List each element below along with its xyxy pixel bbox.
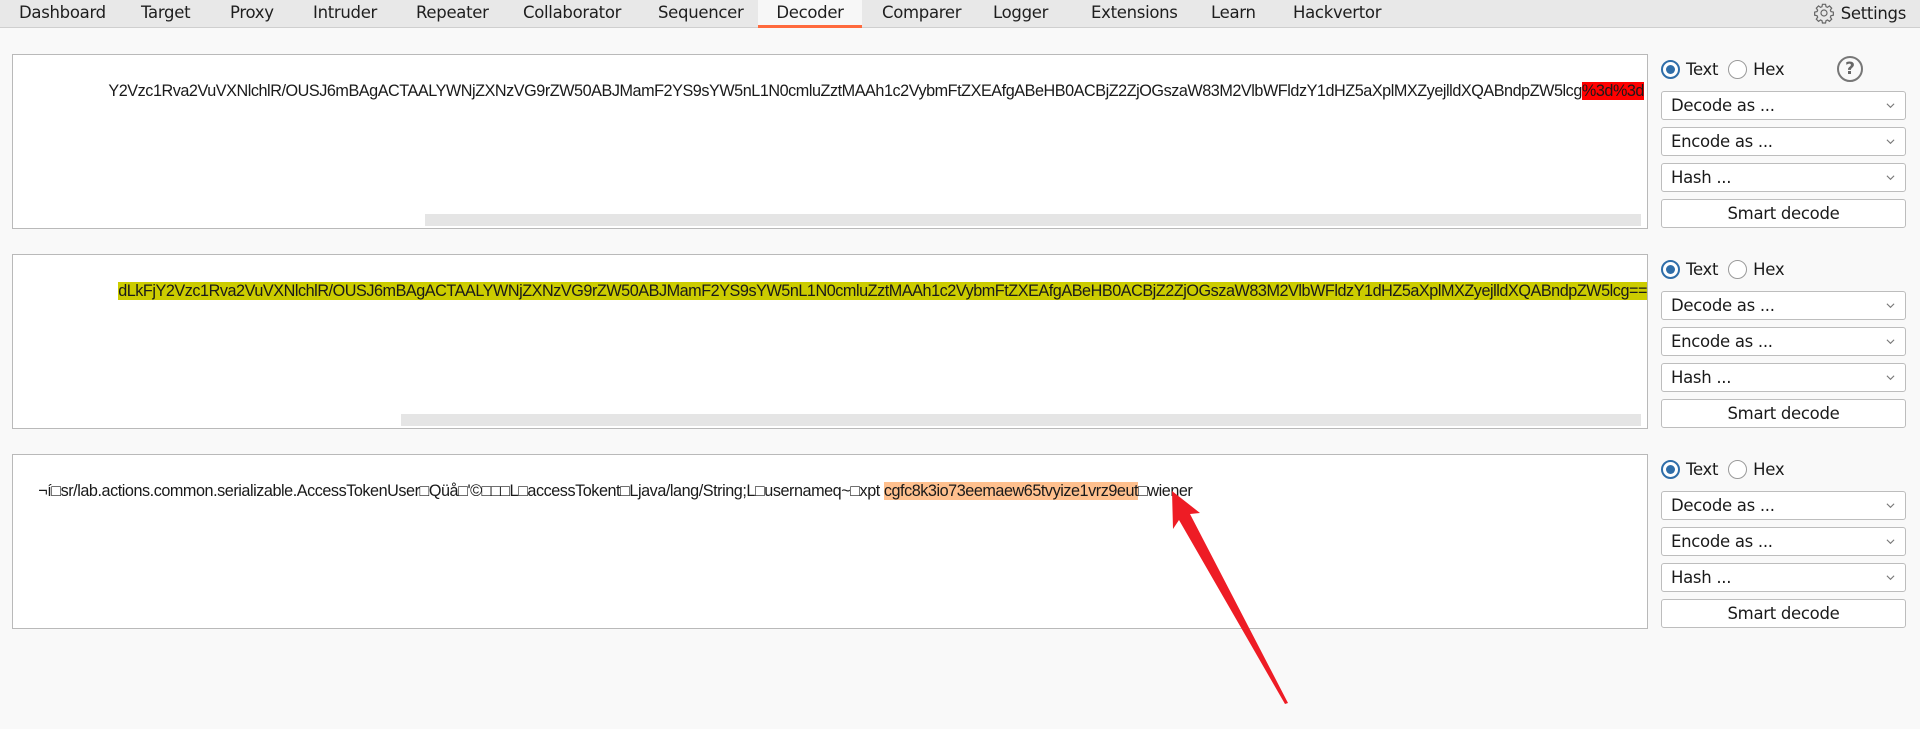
panel-2-text: dLkFjY2Vzc1Rva2VuVXNlchlR/OUSJ6mBAgACTAA…: [102, 258, 1647, 300]
select-label: Encode as ...: [1671, 132, 1773, 151]
radio-checked-icon: [1661, 59, 1680, 79]
tab-dashboard[interactable]: Dashboard: [0, 0, 125, 28]
tab-repeater[interactable]: Repeater: [397, 0, 508, 28]
chevron-down-icon: [1886, 175, 1895, 181]
panel-3-hash-select[interactable]: Hash ...: [1661, 563, 1906, 592]
tab-proxy[interactable]: Proxy: [211, 0, 293, 28]
chevron-down-icon: [1886, 339, 1895, 345]
tab-comparer[interactable]: Comparer: [863, 0, 980, 28]
panel-1-mode-radio-group: Text Hex: [1661, 54, 1794, 84]
select-label: Hash ...: [1671, 168, 1732, 187]
chevron-down-icon: [1886, 375, 1895, 381]
decoder-panel-2-editor[interactable]: dLkFjY2Vzc1Rva2VuVXNlchlR/OUSJ6mBAgACTAA…: [12, 254, 1648, 429]
radio-unchecked-icon: [1728, 59, 1748, 79]
panel-1-hash-select[interactable]: Hash ...: [1661, 163, 1906, 192]
panel-2-smart-decode-button[interactable]: Smart decode: [1661, 399, 1906, 428]
tab-intruder[interactable]: Intruder: [294, 0, 396, 28]
gear-icon: [1813, 3, 1834, 24]
radio-checked-icon: [1661, 459, 1680, 479]
chevron-down-icon: [1886, 503, 1895, 509]
help-icon[interactable]: ?: [1837, 56, 1863, 82]
panel-1-text: Y2Vzc1Rva2VuVXNlchlR/OUSJ6mBAgACTAALYWNj…: [93, 58, 1644, 100]
settings-label: Settings: [1840, 3, 1907, 23]
panel-1-radio-hex[interactable]: Hex: [1728, 59, 1785, 79]
panel-1-decode-as-select[interactable]: Decode as ...: [1661, 91, 1906, 120]
select-label: Decode as ...: [1671, 96, 1775, 115]
tab-learn[interactable]: Learn: [1192, 0, 1275, 28]
panel-2-radio-text[interactable]: Text: [1661, 259, 1719, 279]
panel-1-encode-as-select[interactable]: Encode as ...: [1661, 127, 1906, 156]
select-label: Decode as ...: [1671, 496, 1775, 515]
panel-2-mode-radio-group: Text Hex: [1661, 254, 1794, 284]
panel-2-encode-as-select[interactable]: Encode as ...: [1661, 327, 1906, 356]
chevron-down-icon: [1886, 303, 1895, 309]
tab-logger[interactable]: Logger: [974, 0, 1067, 28]
panel-3-smart-decode-button[interactable]: Smart decode: [1661, 599, 1906, 628]
decoder-panel-3-editor[interactable]: ¬í□sr/lab.actions.common.serializable.Ac…: [12, 454, 1648, 629]
panel-3-highlight: cgfc8k3io73eemaew65tvyize1vrz9eut: [883, 482, 1139, 500]
tab-collaborator[interactable]: Collaborator: [504, 0, 640, 28]
panel-3-text-tail: □wiener: [1138, 482, 1193, 500]
tab-target[interactable]: Target: [122, 0, 209, 28]
radio-label: Hex: [1753, 459, 1785, 479]
radio-label: Hex: [1753, 59, 1785, 79]
tab-hackvertor[interactable]: Hackvertor: [1274, 0, 1400, 28]
chevron-down-icon: [1886, 139, 1895, 145]
panel-3-text-plain: ¬í□sr/lab.actions.common.serializable.Ac…: [38, 482, 884, 500]
panel-2-decode-as-select[interactable]: Decode as ...: [1661, 291, 1906, 320]
panel-2-radio-hex[interactable]: Hex: [1728, 259, 1785, 279]
settings-button[interactable]: Settings: [1813, 0, 1906, 26]
select-label: Hash ...: [1671, 368, 1732, 387]
panel-3-encode-as-select[interactable]: Encode as ...: [1661, 527, 1906, 556]
panel-1-smart-decode-button[interactable]: Smart decode: [1661, 199, 1906, 228]
main-tab-bar: Dashboard Target Proxy Intruder Repeater…: [0, 0, 1920, 28]
panel-2-hash-select[interactable]: Hash ...: [1661, 363, 1906, 392]
panel-3-radio-hex[interactable]: Hex: [1728, 459, 1785, 479]
panel-1-horizontal-scrollbar[interactable]: [425, 214, 1641, 226]
select-label: Hash ...: [1671, 568, 1732, 587]
radio-unchecked-icon: [1728, 259, 1748, 279]
panel-3-decode-as-select[interactable]: Decode as ...: [1661, 491, 1906, 520]
tab-decoder[interactable]: Decoder: [758, 0, 862, 28]
radio-unchecked-icon: [1728, 459, 1748, 479]
tab-sequencer[interactable]: Sequencer: [639, 0, 762, 28]
panel-1-radio-text[interactable]: Text: [1661, 59, 1719, 79]
select-label: Decode as ...: [1671, 296, 1775, 315]
radio-label: Text: [1686, 459, 1719, 479]
chevron-down-icon: [1886, 575, 1895, 581]
radio-label: Text: [1686, 59, 1719, 79]
radio-label: Hex: [1753, 259, 1785, 279]
radio-label: Text: [1686, 259, 1719, 279]
chevron-down-icon: [1886, 103, 1895, 109]
panel-3-text: ¬í□sr/lab.actions.common.serializable.Ac…: [22, 458, 1193, 500]
panel-2-horizontal-scrollbar[interactable]: [401, 414, 1641, 426]
decoder-panel-1-editor[interactable]: Y2Vzc1Rva2VuVXNlchlR/OUSJ6mBAgACTAALYWNj…: [12, 54, 1648, 229]
select-label: Encode as ...: [1671, 332, 1773, 351]
panel-2-highlight: dLkFjY2Vzc1Rva2VuVXNlchlR/OUSJ6mBAgACTAA…: [118, 282, 1647, 300]
panel-3-radio-text[interactable]: Text: [1661, 459, 1719, 479]
panel-1-highlight: %3d%3d: [1581, 82, 1644, 100]
radio-checked-icon: [1661, 259, 1680, 279]
tab-extensions[interactable]: Extensions: [1072, 0, 1197, 28]
chevron-down-icon: [1886, 539, 1895, 545]
panel-1-text-plain: Y2Vzc1Rva2VuVXNlchlR/OUSJ6mBAgACTAALYWNj…: [108, 82, 1582, 100]
select-label: Encode as ...: [1671, 532, 1773, 551]
panel-3-mode-radio-group: Text Hex: [1661, 454, 1794, 484]
